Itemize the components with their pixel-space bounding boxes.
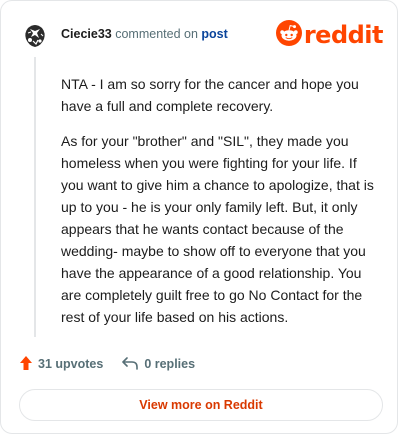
byline-action-text: commented on xyxy=(115,27,198,41)
reply-arrow-icon xyxy=(121,355,139,374)
reddit-logo[interactable]: reddit xyxy=(275,19,384,51)
avatar-icon[interactable] xyxy=(19,19,51,51)
comment-actions: 31 upvotes 0 replies xyxy=(19,353,195,375)
username-link[interactable]: Ciecie33 xyxy=(61,27,112,41)
comment-embed-card: Ciecie33 commented on post reddit NTA - … xyxy=(0,0,398,434)
thread-line xyxy=(34,57,36,337)
comment-body: NTA - I am so sorry for the cancer and h… xyxy=(61,73,383,341)
upvote-arrow-icon xyxy=(19,355,33,374)
reddit-wordmark: reddit xyxy=(303,21,384,49)
post-link[interactable]: post xyxy=(201,27,227,41)
reddit-snoo-icon xyxy=(275,19,302,51)
comment-header: Ciecie33 commented on post reddit xyxy=(19,19,384,51)
comment-paragraph: NTA - I am so sorry for the cancer and h… xyxy=(61,76,359,114)
upvote-button[interactable]: 31 upvotes xyxy=(19,355,103,374)
view-more-button[interactable]: View more on Reddit xyxy=(19,389,383,421)
reply-button[interactable]: 0 replies xyxy=(121,355,195,374)
comment-paragraph: As for your "brother" and "SIL", they ma… xyxy=(61,133,374,325)
reply-count: 0 replies xyxy=(144,357,196,371)
comment-byline: Ciecie33 commented on post xyxy=(61,27,228,41)
upvote-count: 31 upvotes xyxy=(38,357,104,371)
